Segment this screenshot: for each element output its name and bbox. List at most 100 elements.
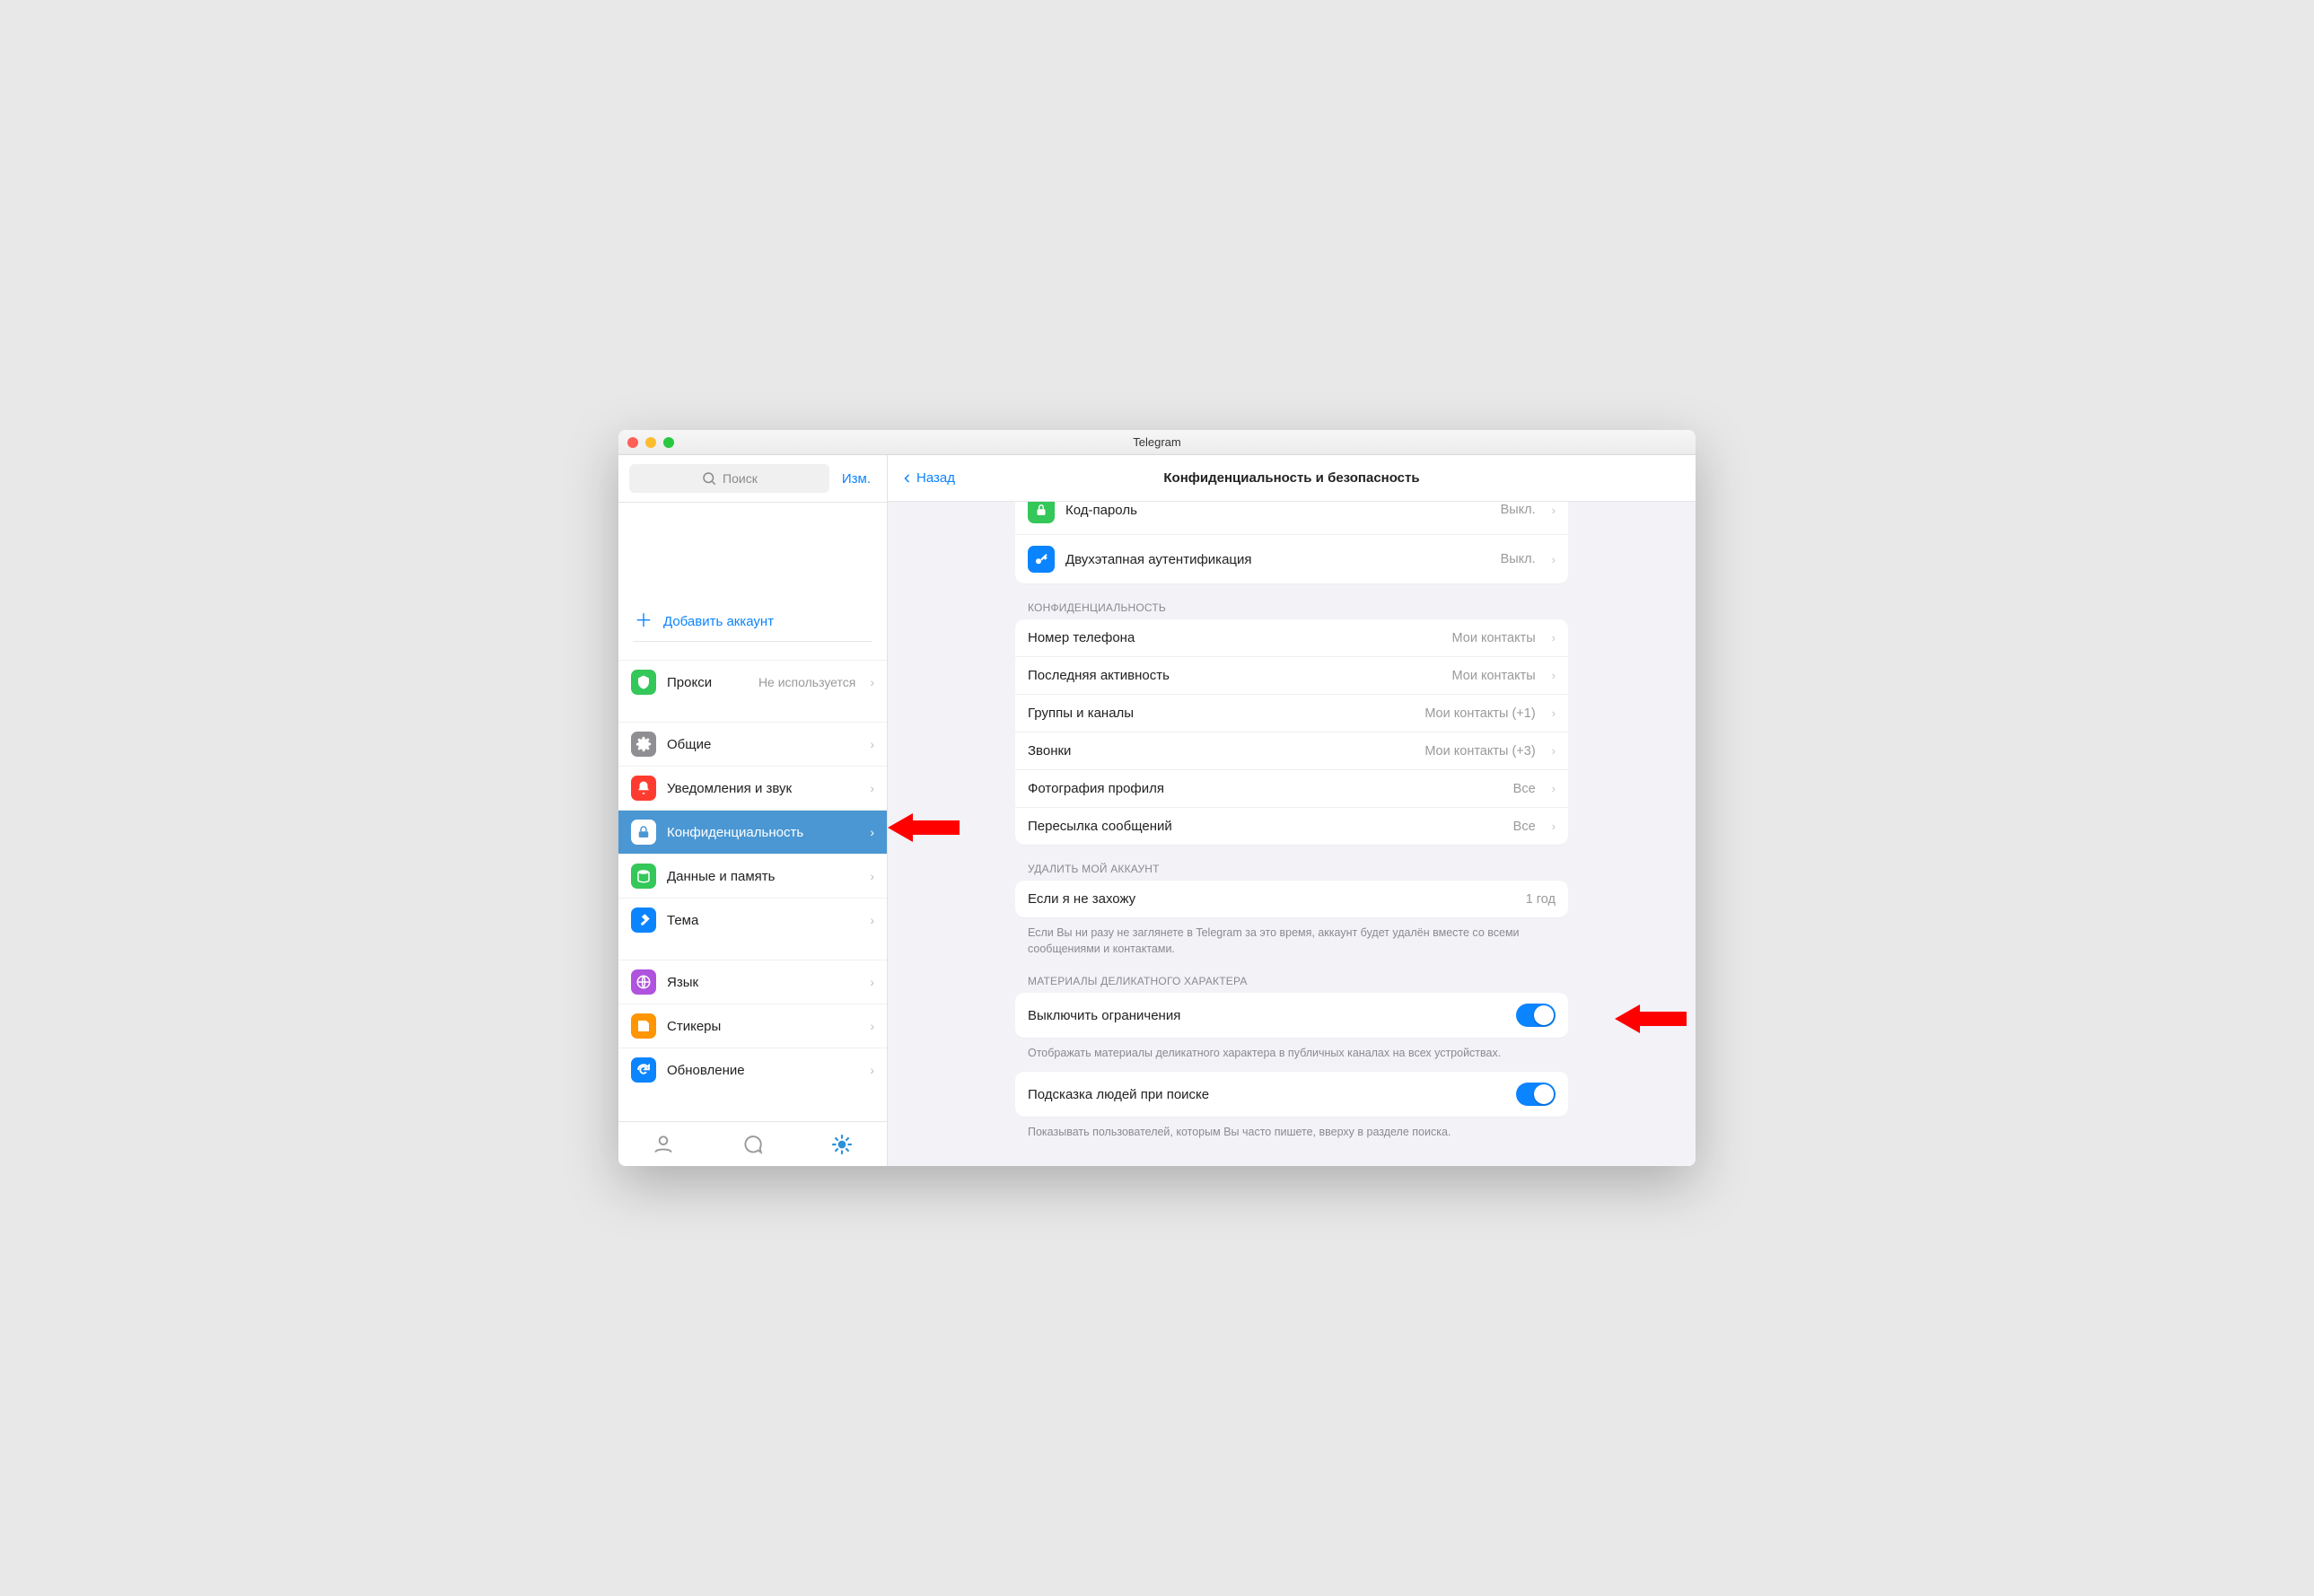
sticker-icon xyxy=(631,1013,656,1039)
chevron-right-icon: › xyxy=(870,675,874,689)
lock-icon xyxy=(1028,502,1055,523)
setting-value: Выкл. xyxy=(1501,552,1536,566)
chevron-right-icon: › xyxy=(1552,744,1556,758)
setting-suggest-contacts[interactable]: Подсказка людей при поиске xyxy=(1015,1072,1568,1117)
sidebar-item-value: Не используется xyxy=(758,675,855,689)
sidebar-item-theme[interactable]: Тема › xyxy=(618,898,887,942)
chevron-right-icon: › xyxy=(1552,553,1556,566)
setting-label: Выключить ограничения xyxy=(1028,1008,1505,1023)
toggle-switch[interactable] xyxy=(1516,1083,1556,1106)
add-account-label: Добавить аккаунт xyxy=(663,614,774,629)
sidebar-item-update[interactable]: Обновление › xyxy=(618,1048,887,1092)
setting-forwarding[interactable]: Пересылка сообщений Все › xyxy=(1015,807,1568,845)
chevron-right-icon: › xyxy=(870,869,874,883)
sidebar-item-label: Язык xyxy=(667,975,855,990)
section-header-sensitive: МАТЕРИАЛЫ ДЕЛИКАТНОГО ХАРАКТЕРА xyxy=(1015,957,1568,993)
setting-profilephoto[interactable]: Фотография профиля Все › xyxy=(1015,769,1568,807)
chevron-right-icon: › xyxy=(870,781,874,795)
sensitive-group: Выключить ограничения xyxy=(1015,993,1568,1038)
page-title: Конфиденциальность и безопасность xyxy=(888,470,1696,486)
contacts-tab[interactable] xyxy=(651,1132,676,1157)
section-footer-delete: Если Вы ни разу не заглянете в Telegram … xyxy=(1015,917,1568,957)
delete-group: Если я не захожу 1 год xyxy=(1015,881,1568,917)
setting-value: Все xyxy=(1513,820,1536,834)
toggle-switch[interactable] xyxy=(1516,1004,1556,1027)
setting-label: Если я не захожу xyxy=(1028,891,1515,907)
search-icon xyxy=(701,470,717,487)
sidebar-item-label: Общие xyxy=(667,737,855,752)
setting-passcode[interactable]: Код-пароль Выкл. › xyxy=(1015,502,1568,534)
chevron-right-icon: › xyxy=(1552,504,1556,517)
chevron-right-icon: › xyxy=(870,1019,874,1033)
chevron-right-icon: › xyxy=(870,913,874,927)
gear-icon xyxy=(631,732,656,757)
sidebar-item-label: Прокси xyxy=(667,675,748,690)
chevron-right-icon: › xyxy=(870,1063,874,1077)
setting-value: Мои контакты (+3) xyxy=(1424,744,1535,759)
setting-value: Мои контакты (+1) xyxy=(1424,706,1535,721)
chats-tab[interactable] xyxy=(740,1132,765,1157)
setting-label: Код-пароль xyxy=(1065,503,1490,518)
setting-label: Номер телефона xyxy=(1028,630,1442,645)
suggest-group: Подсказка людей при поиске xyxy=(1015,1072,1568,1117)
setting-disable-filtering[interactable]: Выключить ограничения xyxy=(1015,993,1568,1038)
sidebar-item-label: Уведомления и звук xyxy=(667,781,855,796)
setting-value: Выкл. xyxy=(1501,503,1536,517)
setting-label: Двухэтапная аутентификация xyxy=(1065,552,1490,567)
setting-label: Подсказка людей при поиске xyxy=(1028,1087,1505,1102)
sidebar-item-data[interactable]: Данные и память › xyxy=(618,854,887,898)
sidebar-item-stickers[interactable]: Стикеры › xyxy=(618,1004,887,1048)
settings-tab[interactable] xyxy=(829,1132,855,1157)
sidebar-item-language[interactable]: Язык › xyxy=(618,960,887,1004)
sidebar-item-notifications[interactable]: Уведомления и звук › xyxy=(618,766,887,810)
chevron-right-icon: › xyxy=(870,975,874,989)
key-icon xyxy=(1028,546,1055,573)
sidebar-item-label: Стикеры xyxy=(667,1019,855,1034)
main-panel: Назад Конфиденциальность и безопасность … xyxy=(888,455,1696,1166)
sidebar: Поиск Изм. ＋ Добавить аккаунт Прокси Н xyxy=(618,455,888,1166)
chevron-right-icon: › xyxy=(1552,631,1556,645)
setting-value: Все xyxy=(1513,782,1536,796)
sidebar-item-label: Обновление xyxy=(667,1063,855,1078)
sidebar-item-privacy[interactable]: Конфиденциальность › xyxy=(618,810,887,854)
brush-icon xyxy=(631,908,656,933)
setting-label: Последняя активность xyxy=(1028,668,1442,683)
add-account-button[interactable]: ＋ Добавить аккаунт xyxy=(618,601,887,641)
chevron-right-icon: › xyxy=(1552,706,1556,720)
section-header-delete: УДАЛИТЬ МОЙ АККАУНТ xyxy=(1015,845,1568,881)
window-title: Telegram xyxy=(618,435,1696,449)
section-footer-suggest: Показывать пользователей, которым Вы час… xyxy=(1015,1117,1568,1140)
setting-lastseen[interactable]: Последняя активность Мои контакты › xyxy=(1015,656,1568,694)
refresh-icon xyxy=(631,1057,656,1083)
main-header: Назад Конфиденциальность и безопасность xyxy=(888,455,1696,502)
shield-icon xyxy=(631,670,656,695)
setting-label: Пересылка сообщений xyxy=(1028,819,1503,834)
setting-two-step[interactable]: Двухэтапная аутентификация Выкл. › xyxy=(1015,534,1568,583)
setting-value: Мои контакты xyxy=(1452,669,1536,683)
chevron-right-icon: › xyxy=(870,737,874,751)
setting-value: Мои контакты xyxy=(1452,631,1536,645)
edit-button[interactable]: Изм. xyxy=(837,471,876,487)
sidebar-item-general[interactable]: Общие › xyxy=(618,722,887,766)
sidebar-item-label: Конфиденциальность xyxy=(667,825,855,840)
setting-phone[interactable]: Номер телефона Мои контакты › xyxy=(1015,619,1568,656)
search-input[interactable]: Поиск xyxy=(629,464,829,493)
sidebar-item-proxy[interactable]: Прокси Не используется › xyxy=(618,660,887,704)
search-placeholder: Поиск xyxy=(723,471,758,486)
setting-calls[interactable]: Звонки Мои контакты (+3) › xyxy=(1015,732,1568,769)
chevron-right-icon: › xyxy=(870,825,874,839)
chevron-right-icon: › xyxy=(1552,669,1556,682)
setting-groups[interactable]: Группы и каналы Мои контакты (+1) › xyxy=(1015,694,1568,732)
setting-delete-if-away[interactable]: Если я не захожу 1 год xyxy=(1015,881,1568,917)
setting-value: 1 год xyxy=(1526,892,1556,907)
bell-icon xyxy=(631,776,656,801)
app-window: Telegram Поиск Изм. ＋ Добавить аккаунт xyxy=(618,430,1696,1166)
setting-label: Звонки xyxy=(1028,743,1414,759)
titlebar: Telegram xyxy=(618,430,1696,455)
section-header-privacy: КОНФИДЕНЦИАЛЬНОСТЬ xyxy=(1015,583,1568,619)
globe-icon xyxy=(631,969,656,995)
setting-label: Фотография профиля xyxy=(1028,781,1503,796)
setting-label: Группы и каналы xyxy=(1028,706,1414,721)
sidebar-item-label: Данные и память xyxy=(667,869,855,884)
database-icon xyxy=(631,864,656,889)
